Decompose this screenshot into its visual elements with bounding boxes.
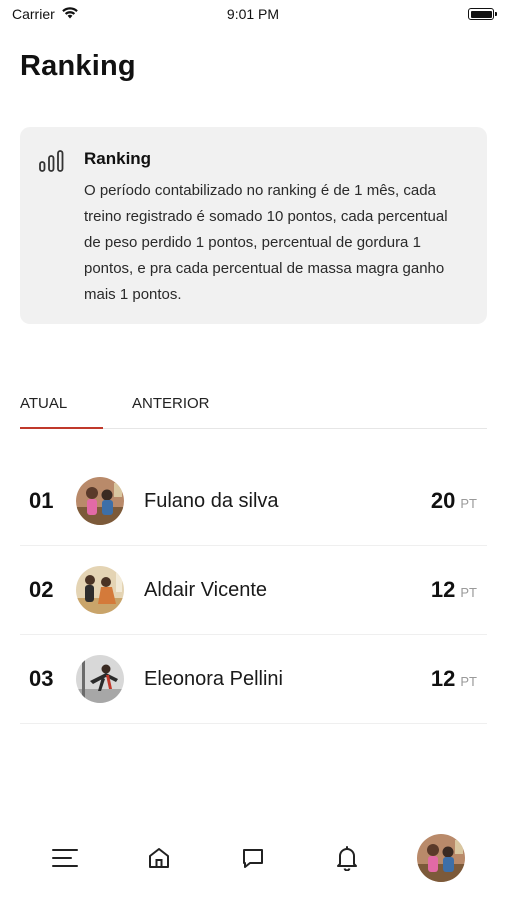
rank-position: 01 [29,488,54,513]
tab-atual[interactable]: ATUAL [20,392,103,429]
status-bar: Carrier 9:01 PM [0,0,506,28]
rank-points: 20 PT [431,488,477,514]
rank-name: Aldair Vicente [144,578,268,601]
bottom-nav [0,830,506,886]
page-title: Ranking [20,50,136,82]
rank-position: 03 [29,666,54,691]
ranking-list: 01 Fulano da silva 20 PT 02 Aldair Vicen… [20,457,487,724]
info-card: Ranking O período contabilizado no ranki… [20,127,487,324]
points-value: 12 [430,666,456,691]
tab-anterior[interactable]: ANTERIOR [132,392,210,428]
points-value: 20 [430,488,456,513]
menu-button[interactable] [39,832,91,884]
ranking-row[interactable]: 01 Fulano da silva 20 PT [20,457,487,546]
points-value: 12 [430,577,456,602]
ranking-tabs: ATUAL ANTERIOR [20,392,487,429]
profile-button[interactable] [415,832,467,884]
home-button[interactable] [133,832,185,884]
ranking-row[interactable]: 03 Eleonora Pellini 12 PT [20,635,487,724]
status-left: Carrier [12,6,79,22]
rank-position: 02 [29,577,54,602]
menu-icon [52,849,78,867]
carrier-label: Carrier [12,6,55,22]
notifications-button[interactable] [321,832,373,884]
info-card-title: Ranking [84,149,152,168]
ranking-row[interactable]: 02 Aldair Vicente 12 PT [20,546,487,635]
chat-icon [243,849,263,868]
profile-avatar [417,834,465,882]
avatar [76,477,124,525]
wifi-icon [61,6,79,22]
bar-chart-icon [38,149,66,178]
rank-points: 12 PT [431,666,477,692]
avatar [76,655,124,703]
bell-icon [337,846,357,871]
points-unit: PT [460,496,477,511]
points-unit: PT [460,674,477,689]
points-unit: PT [460,585,477,600]
rank-points: 12 PT [431,577,477,603]
battery-icon [468,8,497,20]
chat-button[interactable] [227,832,279,884]
info-card-body: O período contabilizado no ranking é de … [84,182,448,303]
rank-name: Eleonora Pellini [144,667,283,690]
home-icon [149,848,169,868]
avatar [76,566,124,614]
rank-name: Fulano da silva [144,489,279,512]
